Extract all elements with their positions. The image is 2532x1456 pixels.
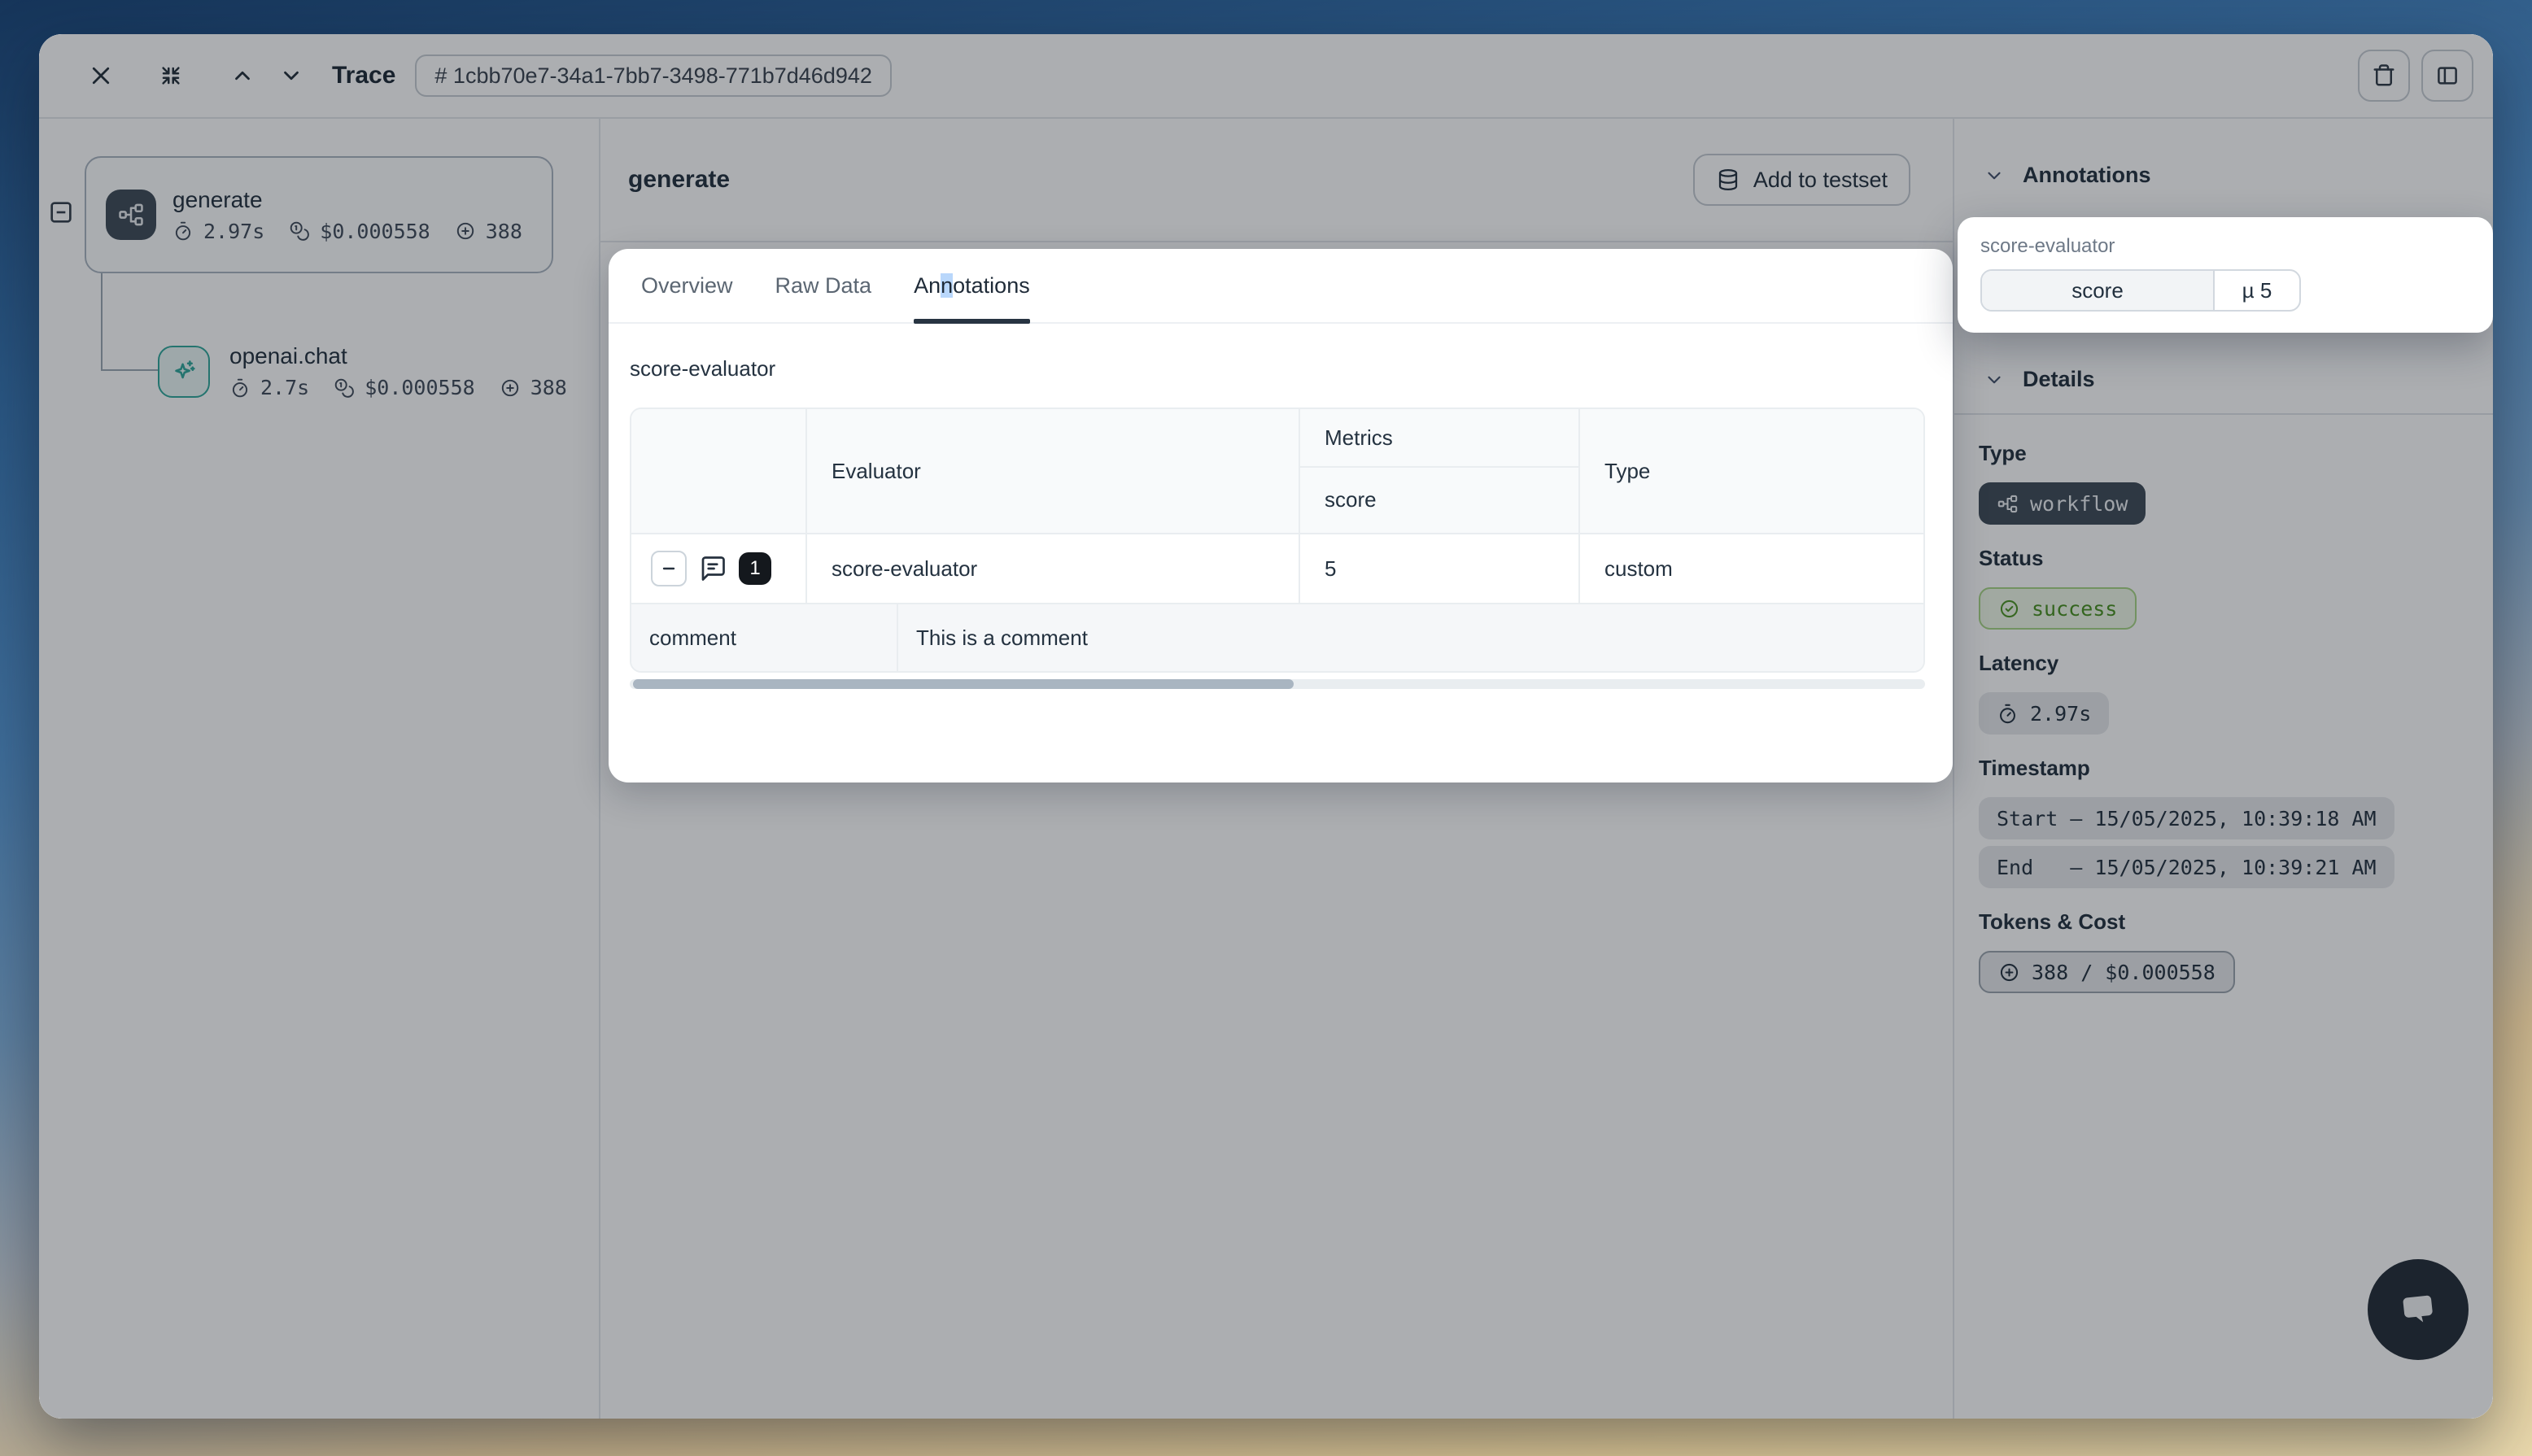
row-tools-cell: 1: [631, 534, 805, 603]
cell-evaluator: score-evaluator: [805, 534, 1299, 603]
scrollbar-thumb[interactable]: [633, 679, 1294, 689]
comments-button[interactable]: [698, 554, 727, 583]
header-type: Type: [1578, 409, 1923, 533]
tab-overview[interactable]: Overview: [641, 249, 733, 322]
score-control: score µ 5: [1980, 269, 2301, 312]
annotations-table: Evaluator Metrics score Type: [630, 408, 1925, 673]
tab-raw-data[interactable]: Raw Data: [775, 249, 872, 322]
comment-icon: [698, 554, 727, 583]
header-metric-score: score: [1300, 468, 1578, 531]
header-evaluator: Evaluator: [805, 409, 1299, 533]
minus-icon: [659, 559, 679, 578]
active-tab-underline: [914, 319, 1030, 324]
comment-row: comment This is a comment: [631, 603, 1923, 671]
desktop-background: Trace # 1cbb70e7-34a1-7bb7-3498-771b7d46…: [0, 0, 2532, 1456]
cell-score: 5: [1299, 534, 1578, 603]
comment-key: comment: [631, 604, 897, 671]
score-mean-value[interactable]: µ 5: [2215, 271, 2299, 310]
header-tools-cell: [631, 409, 805, 533]
collapse-row-button[interactable]: [651, 551, 687, 586]
annotations-tab-content: score-evaluator Evaluator Metrics score: [609, 356, 1953, 689]
comment-value: This is a comment: [897, 604, 1923, 671]
table-row: 1 score-evaluator 5 custom: [631, 533, 1923, 603]
span-detail-card: Overview Raw Data Annotations score-eval…: [609, 249, 1953, 782]
score-metric-button[interactable]: score: [1982, 271, 2215, 310]
annotation-popup: score-evaluator score µ 5: [1958, 217, 2493, 333]
header-metrics: Metrics: [1300, 409, 1578, 468]
popup-evaluator-name: score-evaluator: [1980, 235, 2470, 258]
evaluator-section-title: score-evaluator: [630, 356, 1925, 381]
trace-modal-window: Trace # 1cbb70e7-34a1-7bb7-3498-771b7d46…: [39, 34, 2493, 1419]
tab-bar: Overview Raw Data Annotations: [609, 249, 1953, 324]
horizontal-scrollbar[interactable]: [630, 679, 1925, 689]
text-selection-highlight: n: [941, 273, 953, 298]
cell-type: custom: [1578, 534, 1923, 603]
comment-count-badge: 1: [739, 552, 771, 585]
tab-annotations[interactable]: Annotations: [914, 249, 1030, 322]
header-metrics-group: Metrics score: [1299, 409, 1578, 533]
table-header-row: Evaluator Metrics score Type: [631, 409, 1923, 533]
